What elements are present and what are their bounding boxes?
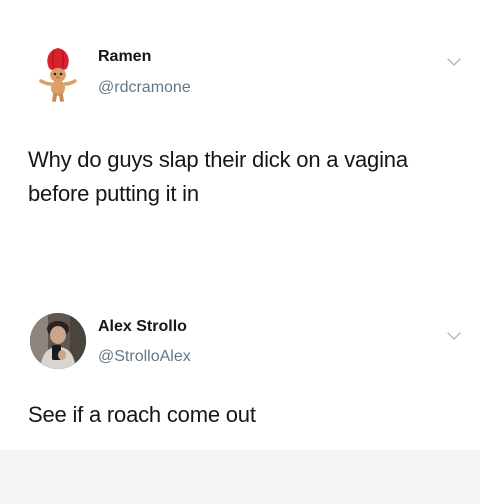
chevron-down-icon[interactable] [446, 328, 462, 344]
tweet-text: See if a roach come out [28, 398, 468, 432]
troll-doll-avatar-icon[interactable] [30, 46, 86, 102]
tweet-text: Why do guys slap their dick on a vagina … [28, 143, 468, 211]
chevron-down-icon[interactable] [446, 54, 462, 70]
bottom-margin [0, 450, 480, 504]
author-handle[interactable]: @rdcramone [98, 79, 191, 97]
tweet-text-line: See if a roach come out [28, 402, 256, 427]
author-name[interactable]: Alex Strollo [98, 318, 187, 336]
tweet-text-line: Why do guys slap their dick on a vagina [28, 147, 408, 172]
author-handle[interactable]: @StrolloAlex [98, 348, 191, 366]
tweet-screenshot: Ramen @rdcramone Why do guys slap their … [0, 0, 480, 504]
reply-tweet: Alex Strollo @StrolloAlex See if a roach… [0, 290, 480, 450]
tweet-text-line: before putting it in [28, 181, 199, 206]
author-name[interactable]: Ramen [98, 48, 151, 66]
original-tweet: Ramen @rdcramone Why do guys slap their … [0, 0, 480, 290]
user-photo-avatar-icon[interactable] [30, 313, 86, 369]
